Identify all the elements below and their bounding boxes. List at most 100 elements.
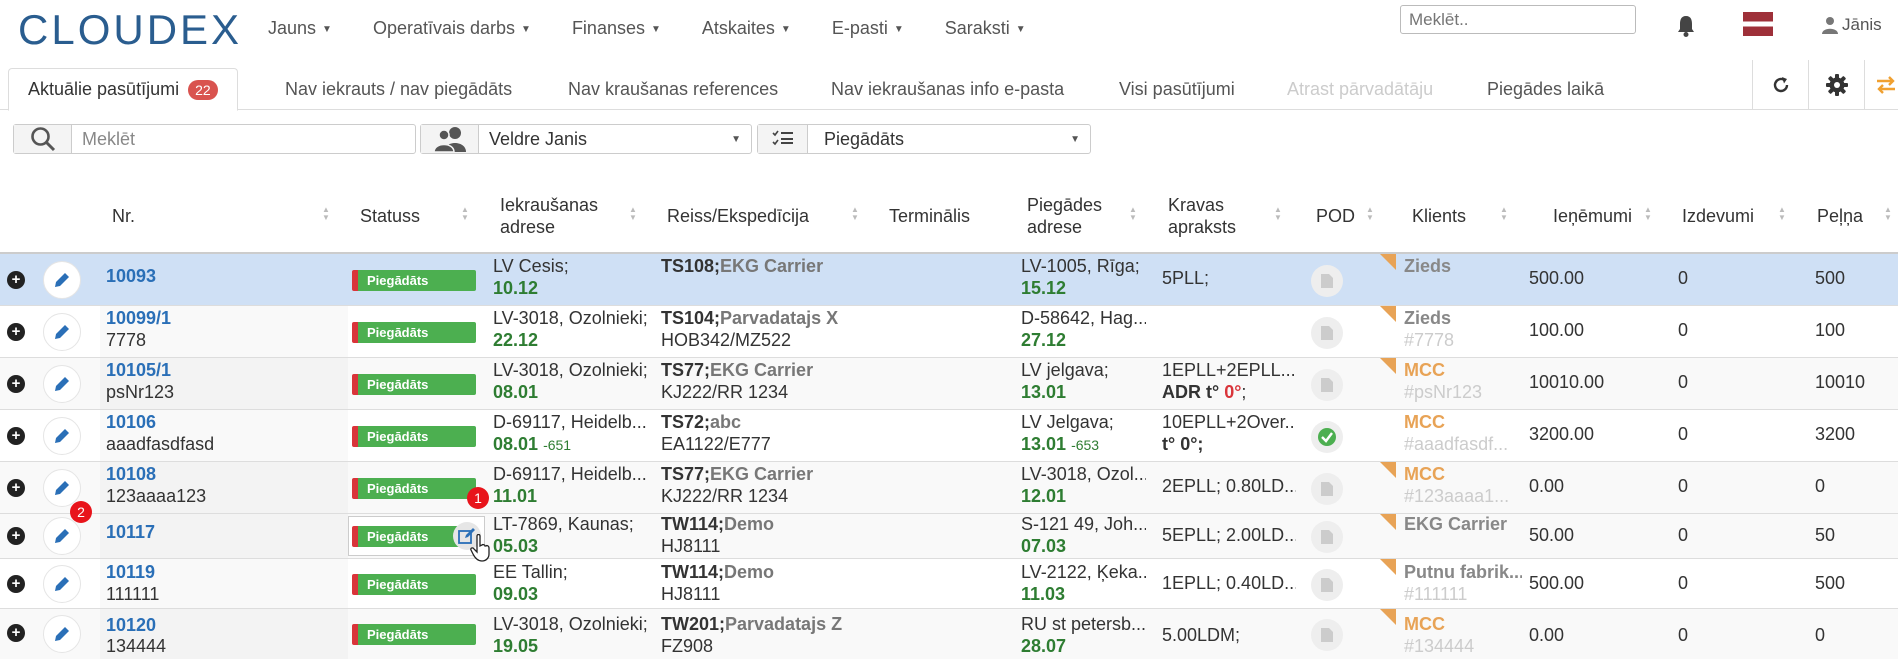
header-trip[interactable]: Reiss/Ekspedīcija [667,205,809,227]
global-search-input[interactable] [1400,5,1636,34]
expand-row-icon[interactable]: + [7,375,25,393]
header-nr[interactable]: Nr. [112,205,135,227]
refresh-button[interactable] [1752,60,1808,110]
table-row[interactable]: + 10108 123aaaa123 Piegādāts D-69117, He… [0,462,1898,514]
pod-button[interactable] [1311,473,1343,505]
order-number-link[interactable]: 10093 [106,266,156,287]
edit-button[interactable] [43,261,81,299]
header-pod[interactable]: POD [1316,205,1355,227]
tab-aktualie-pasutijumi[interactable]: Aktuālie pasūtījumi 22 [8,68,238,111]
status-filter-select[interactable]: Piegādāts ▼ [757,124,1091,154]
trip-info[interactable]: TS104;Parvadatajs X [661,308,838,329]
sort-icon[interactable]: ▲ ▼ [1644,206,1652,226]
client-name[interactable]: Putnu fabrik... [1404,562,1522,583]
user-filter-select[interactable]: Veldre Janis ▼ [420,124,752,154]
sort-icon[interactable]: ▲ ▼ [1274,206,1282,226]
order-number-link[interactable]: 10105/1 [106,360,171,381]
trip-info[interactable]: TS77;EKG Carrier [661,360,813,381]
table-row[interactable]: + 10093 Piegādāts LV Cesis; 10.12 TS108;… [0,254,1898,306]
header-status[interactable]: Statuss [360,205,420,227]
client-name[interactable]: EKG Carrier [1404,514,1524,535]
pod-button[interactable] [1311,521,1343,553]
menu-operativais-darbs[interactable]: Operatīvais darbs ▼ [373,18,531,39]
expand-row-icon[interactable]: + [7,323,25,341]
edit-button[interactable] [43,417,81,455]
logo[interactable]: CLOUDEX [18,6,242,54]
expand-row-icon[interactable]: + [7,527,25,545]
expand-row-icon[interactable]: + [7,427,25,445]
trip-info[interactable]: TS108;EKG Carrier [661,256,823,277]
header-terminal[interactable]: Terminālis [889,205,970,227]
table-row[interactable]: + 10117 Piegādāts LT-7869, Kaunas; 05.03… [0,514,1898,562]
header-expenses[interactable]: Izdevumi [1682,205,1754,227]
pod-button[interactable] [1311,619,1343,651]
header-cargo[interactable]: Kravas apraksts [1168,194,1236,238]
header-delivery-address[interactable]: Piegādes adrese [1027,194,1102,238]
trip-info[interactable]: TW201;Parvadatajs Z [661,614,842,635]
client-name[interactable]: MCC [1404,360,1522,381]
header-client[interactable]: Klients [1412,205,1466,227]
table-row[interactable]: + 10105/1 psNr123 Piegādāts LV-3018, Ozo… [0,358,1898,410]
expand-row-icon[interactable]: + [7,271,25,289]
pod-button[interactable] [1311,421,1343,453]
menu-e-pasti[interactable]: E-pasti ▼ [832,18,904,39]
tab-piegades-laika[interactable]: Piegādes laikā [1468,68,1623,110]
pod-button[interactable] [1311,369,1343,401]
menu-finanses[interactable]: Finanses ▼ [572,18,661,39]
tab-nav-iekrauts[interactable]: Nav iekrauts / nav piegādāts [266,68,531,110]
order-number-link[interactable]: 10106 [106,412,156,433]
trip-info[interactable]: TW114;Demo [661,562,774,583]
expand-row-icon[interactable]: + [7,479,25,497]
order-number-link[interactable]: 10108 [106,464,156,485]
table-row[interactable]: + 10106 aaadfasdfasd Piegādāts D-69117, … [0,410,1898,462]
expand-row-icon[interactable]: + [7,624,25,642]
order-number-link[interactable]: 10099/1 [106,308,171,329]
order-number-link[interactable]: 10120 [106,615,156,636]
language-flag-icon[interactable] [1743,12,1773,36]
table-row[interactable]: + 10119 111111 Piegādāts EE Tallin; 09.0… [0,559,1898,609]
expand-row-icon[interactable]: + [7,575,25,593]
settings-button[interactable] [1808,60,1864,110]
edit-button[interactable] [43,615,81,653]
menu-atskaites[interactable]: Atskaites ▼ [702,18,791,39]
trip-info[interactable]: TS72;abc [661,412,741,433]
header-income[interactable]: Ieņēmumi [1553,205,1632,227]
edit-button[interactable] [43,517,81,555]
client-name[interactable]: MCC [1404,412,1522,433]
menu-saraksti[interactable]: Saraksti ▼ [945,18,1026,39]
sort-icon[interactable]: ▲ ▼ [629,206,637,226]
sort-icon[interactable]: ▲ ▼ [851,206,859,226]
order-number-link[interactable]: 10117 [106,522,155,543]
sort-icon[interactable]: ▲ ▼ [1778,206,1786,226]
sort-icon[interactable]: ▲ ▼ [1884,206,1892,226]
tab-nav-iekrausanas-info[interactable]: Nav iekraušanas info e-pasta [812,68,1083,110]
bell-icon[interactable] [1676,14,1696,38]
table-row[interactable]: + 10120 134444 Piegādāts LV-3018, Ozolni… [0,609,1898,659]
edit-button[interactable] [43,313,81,351]
table-row[interactable]: + 10099/1 7778 Piegādāts LV-3018, Ozolni… [0,306,1898,358]
sort-icon[interactable]: ▲ ▼ [1366,206,1374,226]
client-name[interactable]: MCC [1404,614,1522,635]
header-profit[interactable]: Peļņa [1817,205,1863,227]
sort-icon[interactable]: ▲ ▼ [461,206,469,226]
client-name[interactable]: Zieds [1404,308,1522,329]
pod-button[interactable] [1311,317,1343,349]
trip-info[interactable]: TS77;EKG Carrier [661,464,813,485]
order-number-link[interactable]: 10119 [106,562,155,583]
trip-info[interactable]: TW114;Demo [661,514,774,535]
pod-button[interactable] [1311,265,1343,297]
pod-button[interactable] [1311,569,1343,601]
tab-visi-pasutijumi[interactable]: Visi pasūtījumi [1100,68,1254,110]
client-name[interactable]: Zieds [1404,256,1522,277]
swap-button[interactable] [1864,60,1898,110]
edit-button[interactable] [43,565,81,603]
tab-nav-krausanas-references[interactable]: Nav kraušanas references [549,68,797,110]
client-name[interactable]: MCC [1404,464,1522,485]
menu-jauns[interactable]: Jauns ▼ [268,18,332,39]
sort-icon[interactable]: ▲ ▼ [1500,206,1508,226]
edit-button[interactable] [43,365,81,403]
search-filter[interactable]: Meklēt [13,124,416,154]
user-menu[interactable]: Jānis [1822,15,1882,35]
header-loading-address[interactable]: Iekraušanas adrese [500,194,598,238]
sort-icon[interactable]: ▲ ▼ [322,206,330,226]
